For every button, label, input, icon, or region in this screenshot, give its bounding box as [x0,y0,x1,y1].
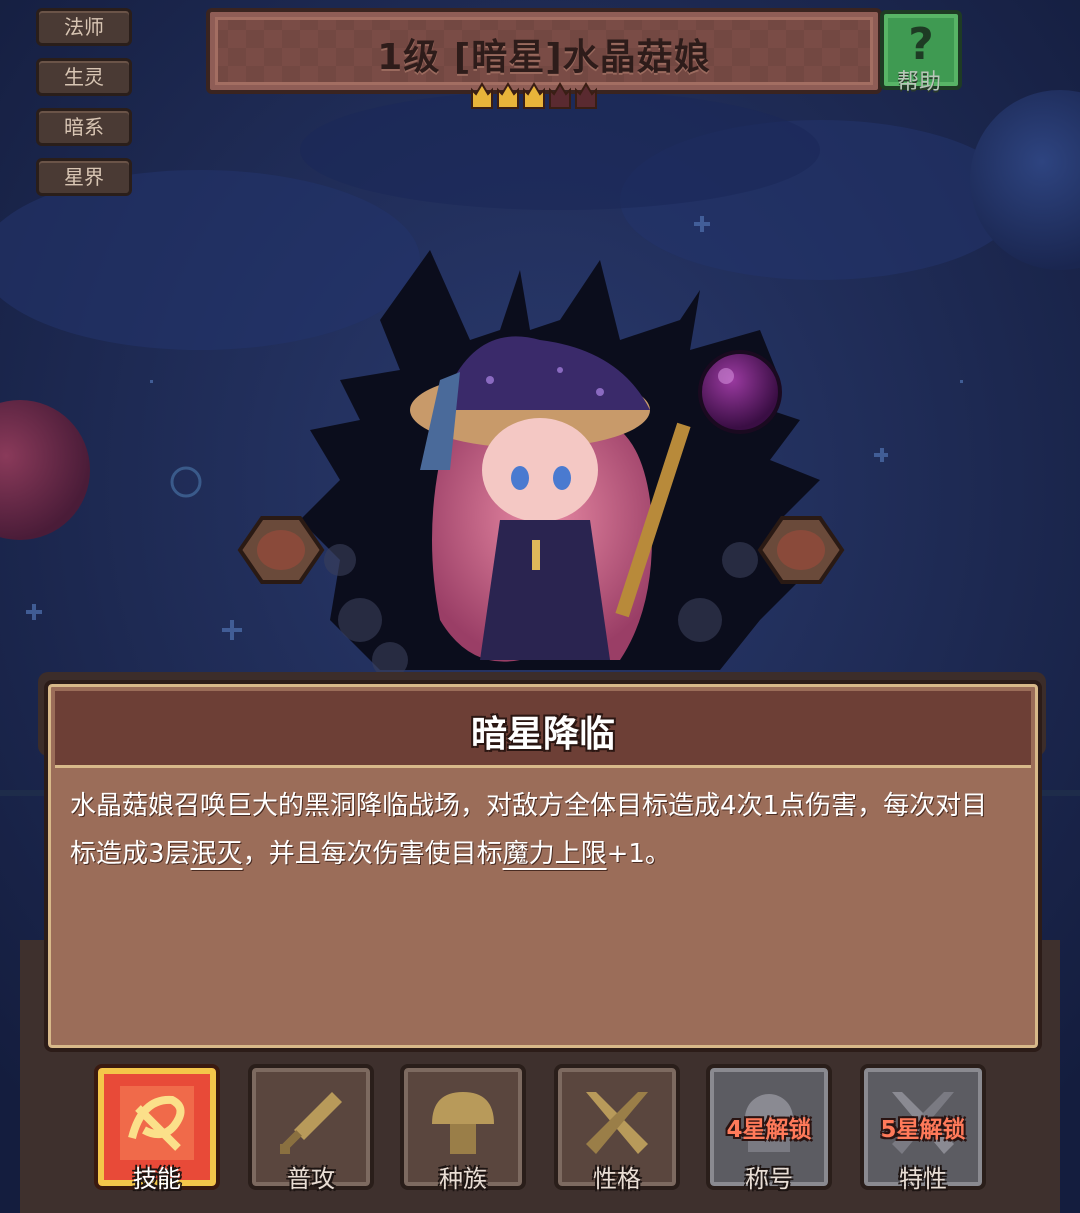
tab-normal-attack[interactable]: 普攻 [248,1064,374,1193]
star-empty-icon [549,82,571,109]
tab-trait[interactable]: 5星解锁 特性 [860,1064,986,1193]
star-icon [497,82,519,109]
skill-header: 暗星降临 [55,691,1031,768]
keyword-link-mana-cap[interactable]: 魔力上限 [503,839,607,869]
tag-element: 暗系 [36,108,132,146]
lock-text: 4星解锁 [726,1117,812,1143]
tab-race[interactable]: 种族 [400,1064,526,1193]
star-empty-icon [575,82,597,109]
tab-label: 称号 [745,1165,793,1193]
skill-desc-text: ，并且每次伤害使目标 [242,839,503,869]
lock-text: 5星解锁 [880,1117,966,1143]
skill-desc-text: +1。 [606,839,671,869]
tag-class: 法师 [36,8,132,46]
tab-label: 特性 [899,1165,947,1193]
tab-label: 普攻 [287,1165,335,1193]
tab-title[interactable]: 4星解锁 称号 [706,1064,832,1193]
tab-label: 种族 [439,1165,487,1193]
crossed-swords-icon [586,1092,648,1154]
character-title: 1级 [暗星]水晶菇娘 [377,37,711,78]
skill-description: 水晶菇娘召唤巨大的黑洞降临战场，对敌方全体目标造成4次1点伤害，每次对目标造成3… [70,782,1008,878]
sword-icon [280,1092,342,1154]
tab-skill[interactable]: 技能 [94,1064,220,1193]
mushroom-icon [432,1092,494,1154]
tag-realm: 星界 [36,158,132,196]
star-icon [471,82,493,109]
star-rating [470,82,598,112]
help-label: 帮助 [896,70,941,95]
tab-label: 性格 [593,1165,641,1193]
question-icon: ? [908,19,934,70]
skill-name: 暗星降临 [470,714,615,755]
tab-label: 技能 [133,1165,181,1193]
skill-icon [120,1086,194,1160]
skill-panel: 暗星降临 水晶菇娘召唤巨大的黑洞降临战场，对敌方全体目标造成4次1点伤害，每次对… [44,680,1042,1052]
tag-type: 生灵 [36,58,132,96]
keyword-link-annihilate[interactable]: 泯灭 [191,839,243,869]
star-icon [523,82,545,109]
tab-personality[interactable]: 性格 [554,1064,680,1193]
